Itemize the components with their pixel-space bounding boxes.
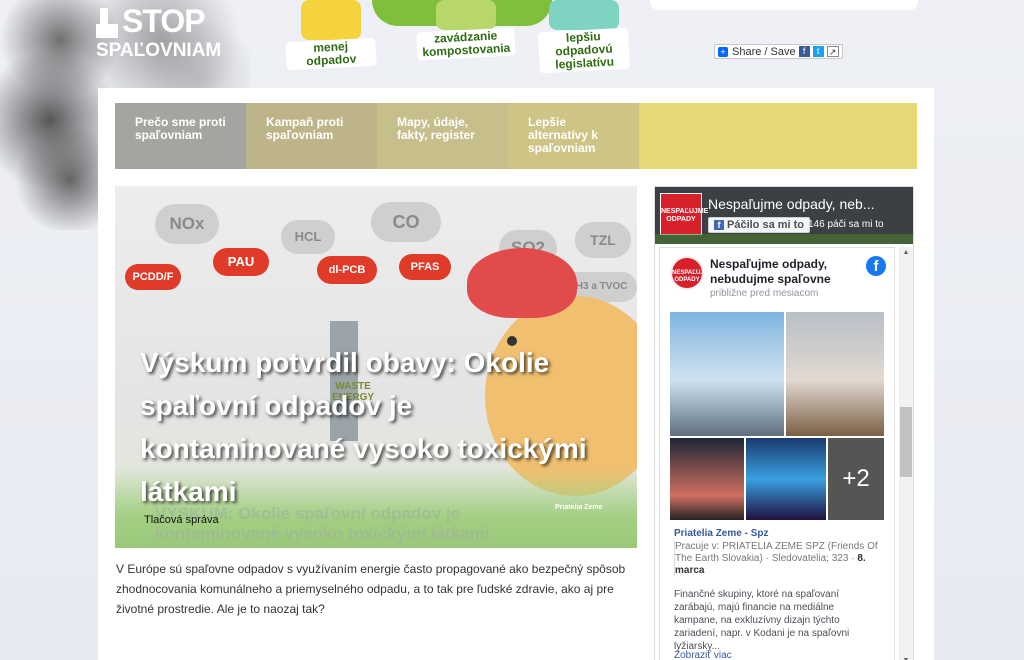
share-save-button[interactable]: + Share / Save f t ↗ — [714, 44, 843, 59]
fb-page-thumbnail[interactable]: NESPAĽUJME ODPADY — [660, 193, 708, 235]
hero-tag[interactable]: Tlačová správa — [144, 514, 219, 526]
twitter-icon[interactable]: t — [812, 46, 824, 57]
post-photo[interactable] — [670, 438, 744, 520]
fb-post: NESPAĽUJME ODPADY Nespaľujme odpady, neb… — [659, 247, 895, 660]
cartoon-caption: lepšiu odpadovú legislatívu — [537, 27, 631, 74]
facebook-page-widget: NESPAĽUJME ODPADY Nespaľujme odpady, neb… — [654, 186, 914, 660]
scroll-up-arrow-icon[interactable]: ▲ — [899, 247, 913, 259]
fb-post-time[interactable]: približne pred mesiacom — [710, 288, 818, 299]
shared-author-info: Pracuje v: PRIATELIA ZEME SPZ (Friends O… — [674, 541, 884, 577]
logo-line2: SPAĽOVNIAM — [96, 40, 222, 61]
avatar[interactable]: NESPAĽUJME ODPADY — [670, 256, 713, 290]
hero-article[interactable]: NOx HCL CO SO2 TZL NH3 a TVOC PCDD/F PAU… — [115, 186, 637, 548]
toxic-cloud: PAU — [213, 248, 269, 276]
pollutant-cloud: TZL — [575, 222, 631, 258]
site-logo[interactable]: STOP SPAĽOVNIAM — [96, 4, 221, 62]
fb-likes-count: 146 páči sa mi to — [808, 219, 884, 230]
cartoon-caption: menej odpadov — [285, 37, 377, 71]
post-photo[interactable] — [670, 312, 784, 436]
article-excerpt: V Európe sú spaľovne odpadov s využívaní… — [116, 562, 626, 616]
main-nav: Prečo sme proti spaľovniam Kampaň proti … — [115, 103, 917, 169]
cartoon-less-waste[interactable]: menej odpadov — [285, 0, 377, 71]
scroll-down-arrow-icon[interactable]: ▼ — [899, 655, 913, 660]
chimney-icon — [96, 8, 118, 38]
more-photos[interactable]: +2 — [828, 438, 884, 520]
cartoon-caption: zavádzanie kompostovania — [416, 27, 516, 61]
compost-illustration — [436, 0, 496, 30]
shared-author-name[interactable]: Priatelia Zeme - Spz — [674, 528, 768, 539]
header-grass — [655, 234, 913, 244]
nav-item-why[interactable]: Prečo sme proti spaľovniam — [115, 103, 246, 169]
post-photo[interactable] — [786, 312, 884, 436]
scrollbar-thumb[interactable] — [900, 407, 912, 477]
pollutant-cloud: HCL — [281, 220, 335, 254]
show-more-link[interactable]: Zobraziť viac — [674, 650, 732, 660]
logo-line1: STOP — [122, 3, 206, 39]
content-page: Prečo sme proti spaľovniam Kampaň proti … — [98, 88, 934, 660]
pollutant-cloud: NOx — [155, 204, 219, 244]
rooster-comb — [467, 248, 577, 318]
scrollbar[interactable]: ▲ ▼ — [899, 247, 913, 660]
fb-page-header[interactable]: NESPAĽUJME ODPADY Nespaľujme odpady, neb… — [655, 187, 913, 244]
search-box[interactable] — [650, 0, 918, 10]
fb-page-name[interactable]: Nespaľujme odpady, neb... — [708, 196, 913, 212]
nav-item-campaign[interactable]: Kampaň proti spaľovniam — [246, 103, 377, 169]
fb-post-text: Finančné skupiny, ktoré na spaľovaní zar… — [674, 589, 850, 652]
toxic-cloud: PFAS — [399, 254, 451, 280]
pollutant-cloud: CO — [371, 202, 441, 242]
nav-item-maps[interactable]: Mapy, údaje, fakty, register — [377, 103, 508, 169]
nav-item-alternatives[interactable]: Lepšie alternatívy k spaľovniam — [508, 103, 639, 169]
waste-bins-illustration — [301, 0, 361, 40]
fb-post-author-name[interactable]: Nespaľujme odpady, nebudujme spaľovne — [710, 257, 860, 287]
toxic-cloud: PCDD/F — [125, 264, 181, 290]
hero-title[interactable]: Výskum potvrdil obavy: Okolie spaľovní o… — [140, 341, 610, 513]
facebook-logo-icon[interactable]: f — [866, 256, 886, 276]
toxic-cloud: dl-PCB — [317, 256, 377, 284]
post-photo[interactable] — [746, 438, 826, 520]
forward-icon[interactable]: ↗ — [826, 46, 839, 57]
facebook-icon[interactable]: f — [798, 46, 810, 57]
plus-icon: + — [718, 46, 728, 57]
map-illustration — [549, 0, 619, 30]
cartoon-legislation[interactable]: lepšiu odpadovú legislatívu — [536, 0, 632, 74]
share-label: Share / Save — [732, 45, 796, 58]
facebook-icon: f — [714, 220, 724, 230]
fb-like-button[interactable]: f Páčilo sa mi to — [708, 217, 811, 233]
cartoon-composting[interactable]: zavádzanie kompostovania — [414, 0, 518, 61]
campaign-cartoons: menej odpadov zavádzanie kompostovania l… — [282, 0, 642, 74]
